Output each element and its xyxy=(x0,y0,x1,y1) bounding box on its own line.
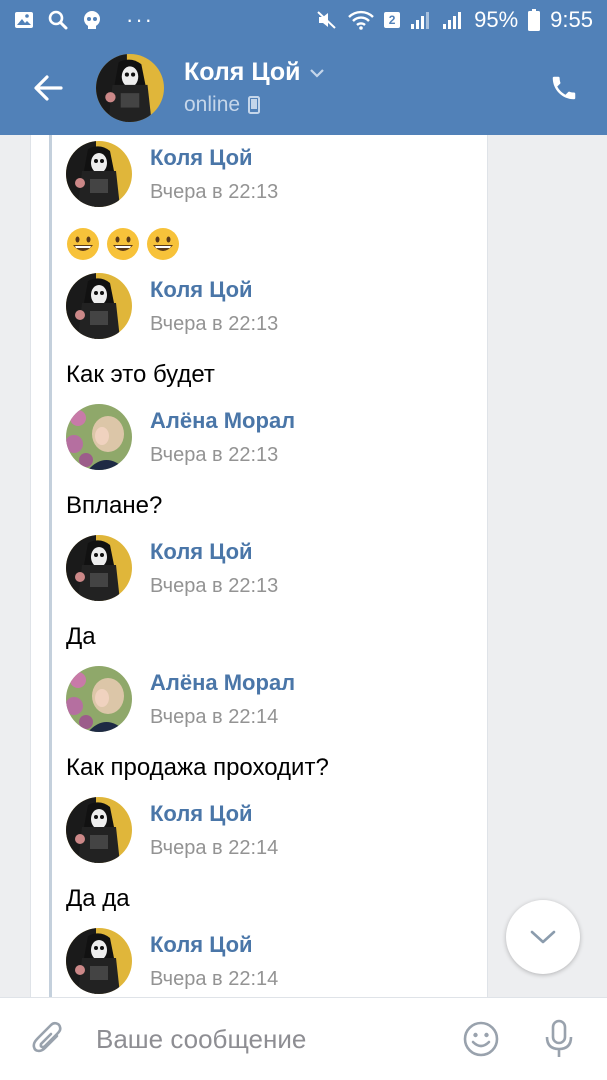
attach-button[interactable] xyxy=(0,998,96,1080)
status-bar: ··· 2 95% 9:55 xyxy=(0,0,607,40)
message-composer xyxy=(0,997,607,1080)
avatar[interactable] xyxy=(96,53,164,122)
avatar[interactable] xyxy=(66,666,132,732)
voice-message-button[interactable] xyxy=(531,998,587,1080)
contact-status: online xyxy=(184,93,241,116)
chat-header: Коля Цой online xyxy=(0,40,607,135)
message-time: Вчера в 22:14 xyxy=(150,836,279,859)
message-time: Вчера в 22:13 xyxy=(150,574,279,597)
message-time: Вчера в 22:13 xyxy=(150,312,279,335)
avatar[interactable] xyxy=(66,141,132,207)
emoji-button[interactable] xyxy=(453,998,509,1080)
mute-icon xyxy=(316,10,338,30)
sender-name[interactable]: Алёна Морал xyxy=(150,408,295,434)
message-time: Вчера в 22:13 xyxy=(150,180,279,203)
more-notifications-dots: ··· xyxy=(126,7,154,32)
sender-name[interactable]: Коля Цой xyxy=(150,932,278,958)
message-text: Как продажа проходит? xyxy=(66,754,329,781)
message-text: Да xyxy=(66,623,96,650)
battery-percent: 95% xyxy=(474,7,519,32)
sender-name[interactable]: Алёна Морал xyxy=(150,670,295,696)
forwarded-message: Коля Цой Вчера в 22:13 xyxy=(66,141,486,261)
scroll-to-bottom-button[interactable] xyxy=(506,900,580,974)
back-button[interactable] xyxy=(0,40,96,135)
sender-name[interactable]: Коля Цой xyxy=(150,801,278,827)
emoji-row xyxy=(66,227,486,261)
sender-name[interactable]: Коля Цой xyxy=(150,277,278,303)
conversation-area[interactable]: Коля Цой Вчера в 22:13 Коля Цой Вчера в … xyxy=(0,135,607,997)
microphone-icon xyxy=(545,1019,573,1057)
chevron-down-icon[interactable] xyxy=(309,68,325,78)
avatar[interactable] xyxy=(66,797,132,863)
message-text: Как это будет xyxy=(66,361,215,388)
message-time: Вчера в 22:14 xyxy=(150,705,279,728)
chevron-down-icon xyxy=(530,930,556,944)
battery-icon xyxy=(528,9,541,31)
clock: 9:55 xyxy=(550,7,593,32)
message-time: Вчера в 22:13 xyxy=(150,443,279,466)
message-input[interactable] xyxy=(96,997,453,1080)
mobile-icon xyxy=(248,96,261,114)
gallery-icon xyxy=(14,11,34,29)
avatar[interactable] xyxy=(66,535,132,601)
forwarded-message: Коля Цой Вчера в 22:13 Да xyxy=(66,535,486,653)
call-button[interactable] xyxy=(521,40,607,135)
sender-name[interactable]: Коля Цой xyxy=(150,539,278,565)
paperclip-icon xyxy=(32,1021,62,1053)
avatar[interactable] xyxy=(66,928,132,994)
grinning-emoji-icon xyxy=(67,228,99,260)
grinning-emoji-icon xyxy=(107,228,139,260)
phone-icon xyxy=(552,76,576,99)
sender-name[interactable]: Коля Цой xyxy=(150,145,278,171)
sim-badge: 2 xyxy=(384,12,401,28)
message-text: Вплане? xyxy=(66,492,163,519)
arrow-left-icon xyxy=(34,74,63,101)
avatar[interactable] xyxy=(66,404,132,470)
forwarded-message: Коля Цой Вчера в 22:14 Да да xyxy=(66,797,486,915)
smile-icon xyxy=(463,1021,499,1057)
forward-line xyxy=(49,135,52,997)
forwarded-message: Коля Цой Вчера в 22:13 Как это будет xyxy=(66,273,486,391)
contact-name[interactable]: Коля Цой xyxy=(184,58,301,87)
forwarded-message: Коля Цой Вчера в 22:14 xyxy=(66,928,486,994)
forwarded-message: Алёна Морал Вчера в 22:14 Как продажа пр… xyxy=(66,666,486,784)
forwarded-message: Алёна Морал Вчера в 22:13 Вплане? xyxy=(66,404,486,522)
message-time: Вчера в 22:14 xyxy=(150,967,279,990)
skull-icon xyxy=(82,10,102,30)
grinning-emoji-icon xyxy=(147,228,179,260)
avatar[interactable] xyxy=(66,273,132,339)
wifi-icon xyxy=(348,10,374,30)
signal-icon xyxy=(410,10,432,30)
message-text: Да да xyxy=(66,885,130,912)
search-icon xyxy=(48,10,68,30)
signal-icon-2 xyxy=(442,10,464,30)
